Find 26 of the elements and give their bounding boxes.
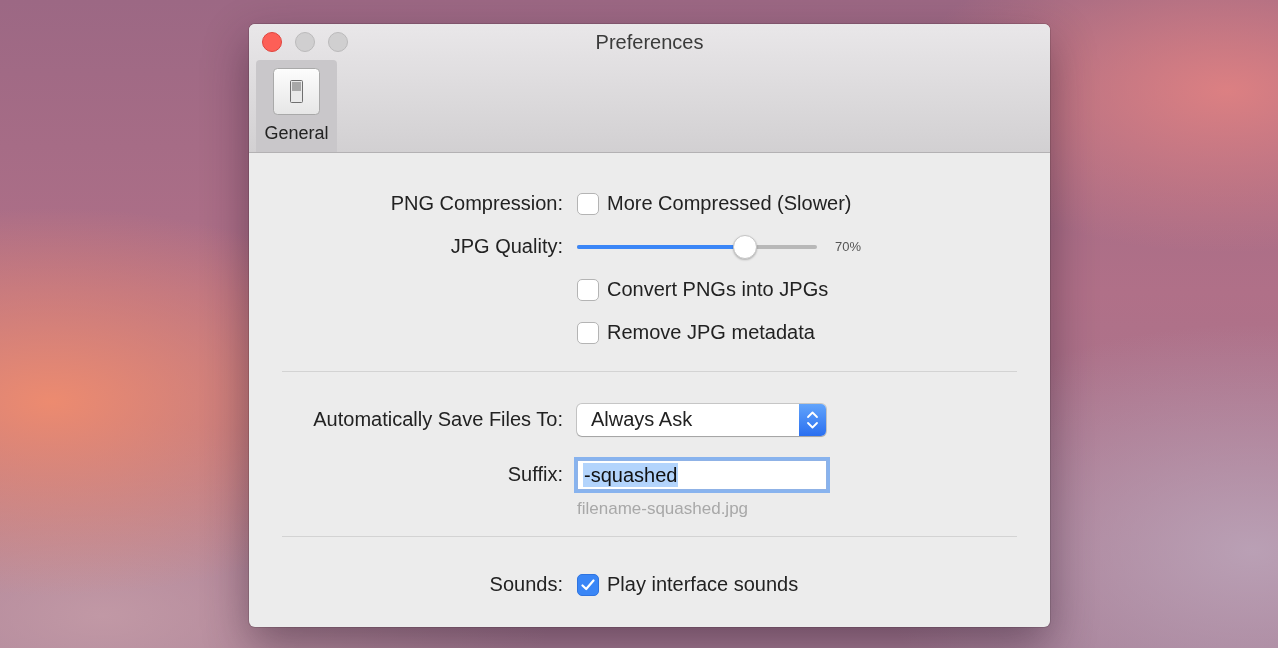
save-location-popup[interactable]: Always Ask <box>577 403 826 436</box>
field-text: -squashed <box>583 462 679 487</box>
setting-label: PNG Compression: <box>390 192 563 214</box>
toolbar-tab[interactable]: General <box>256 60 337 152</box>
window-title: Preferences <box>595 30 704 54</box>
slider-thumb[interactable] <box>733 234 757 259</box>
checkbox[interactable] <box>577 192 599 215</box>
checkbox[interactable] <box>577 278 599 301</box>
checkbox[interactable] <box>577 573 599 596</box>
slider-value: 70% <box>835 239 862 254</box>
stepper-arrows-icon <box>799 403 826 436</box>
suffix-field[interactable]: -squashed <box>577 459 827 490</box>
checkbox-label[interactable]: Convert PNGs into JPGs <box>607 278 829 301</box>
checkbox-label[interactable]: Play interface sounds <box>607 573 799 596</box>
close-button[interactable] <box>262 32 282 52</box>
setting-label: Sounds: <box>489 573 563 595</box>
checkbox[interactable] <box>577 321 599 344</box>
slider-track[interactable] <box>577 234 817 259</box>
setting-label: Suffix: <box>507 463 563 485</box>
setting-label: Automatically Save Files To: <box>313 408 563 430</box>
checkbox-label[interactable]: Remove JPG metadata <box>607 321 815 344</box>
setting-label: JPG Quality: <box>450 235 563 257</box>
field-hint: filename-squashed.jpg <box>577 499 749 519</box>
checkmark-icon <box>581 578 595 591</box>
switch-icon <box>273 68 320 115</box>
checkbox-label[interactable]: More Compressed (Slower) <box>607 192 852 215</box>
